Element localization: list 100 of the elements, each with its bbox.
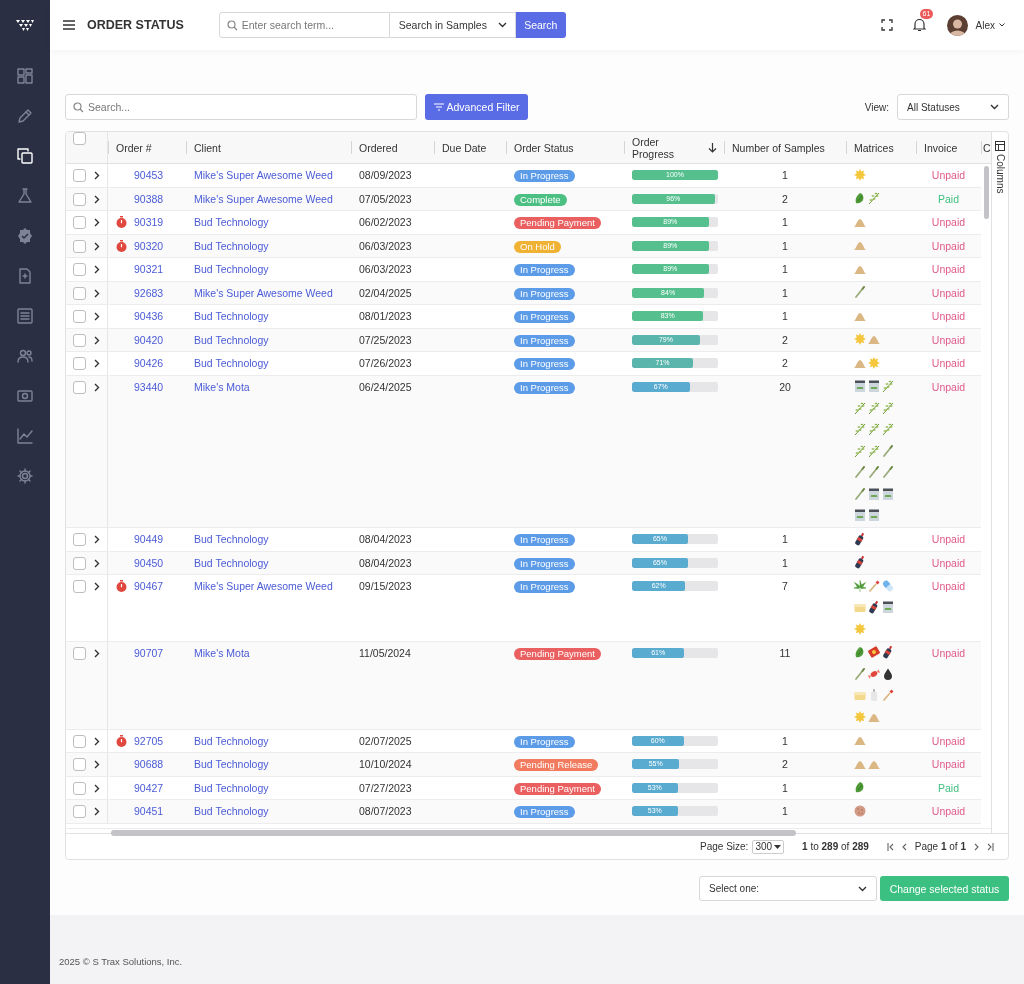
chevron-right-icon[interactable] (94, 218, 100, 227)
checkbox[interactable] (73, 556, 86, 570)
chevron-right-icon[interactable] (94, 312, 100, 321)
order-link[interactable]: 90320 (134, 234, 164, 257)
chevron-right-icon[interactable] (94, 783, 100, 793)
client-link[interactable]: Mike's Super Awesome Weed (194, 192, 333, 205)
column-header[interactable]: Order Progress (632, 135, 692, 160)
menu-icon[interactable] (63, 20, 75, 30)
view-select[interactable]: All Statuses (897, 94, 1009, 120)
client-link[interactable]: Bud Technology (194, 781, 269, 794)
chevron-right-icon[interactable] (94, 382, 100, 392)
client-link[interactable]: Bud Technology (194, 310, 269, 322)
checkbox[interactable] (73, 263, 86, 276)
checkbox[interactable] (73, 169, 86, 182)
scrollbar-thumb[interactable] (984, 166, 989, 219)
search-field[interactable]: Enter search term... (218, 12, 390, 38)
order-link[interactable]: 90319 (134, 211, 164, 234)
checkbox[interactable] (73, 310, 86, 323)
checkbox[interactable] (73, 286, 86, 300)
column-header[interactable]: C (983, 141, 991, 154)
checkbox[interactable] (73, 734, 86, 748)
checkbox[interactable] (73, 646, 86, 660)
order-link[interactable]: 90451 (134, 800, 164, 823)
client-link[interactable]: Bud Technology (194, 216, 269, 228)
column-header[interactable]: Client (194, 141, 351, 154)
column-header[interactable]: Order # (116, 141, 186, 154)
order-link[interactable]: 90420 (134, 328, 164, 351)
chevron-right-icon[interactable] (94, 760, 100, 769)
client-link[interactable]: Bud Technology (194, 357, 269, 369)
checkbox[interactable] (73, 132, 86, 145)
client-link[interactable]: Bud Technology (194, 533, 269, 545)
client-link[interactable]: Bud Technology (194, 333, 269, 346)
checkbox[interactable] (73, 580, 86, 593)
scope-select[interactable]: Search in Samples (389, 12, 516, 38)
client-link[interactable]: Mike's Mota (194, 646, 250, 659)
first-page-button[interactable] (886, 842, 894, 851)
column-header[interactable]: Order Status (514, 141, 624, 154)
scrollbar-thumb[interactable] (111, 830, 796, 836)
client-link[interactable]: Bud Technology (194, 734, 269, 747)
client-link[interactable]: Bud Technology (194, 239, 269, 252)
column-header[interactable]: Ordered (359, 141, 434, 154)
previous-page-button[interactable] (900, 842, 908, 851)
client-link[interactable]: Mike's Mota (194, 380, 250, 393)
order-link[interactable]: 92705 (134, 729, 164, 752)
checkbox[interactable] (73, 239, 86, 253)
page-size-select[interactable]: 300 (752, 839, 785, 854)
chevron-right-icon[interactable] (94, 288, 100, 298)
checkbox[interactable] (73, 192, 86, 206)
search-field[interactable]: Search... (65, 94, 417, 120)
fullscreen-icon[interactable] (880, 19, 893, 31)
search-button[interactable]: Search (515, 12, 566, 38)
order-link[interactable]: 90707 (134, 641, 164, 664)
order-link[interactable]: 93440 (134, 375, 164, 398)
checkbox[interactable] (73, 333, 86, 347)
next-page-button[interactable] (973, 842, 980, 851)
order-link[interactable]: 90388 (134, 187, 164, 210)
columns-tab[interactable]: Columns (994, 141, 1006, 194)
advanced-filter-button[interactable]: Advanced Filter (425, 94, 528, 120)
checkbox[interactable] (73, 805, 86, 818)
order-link[interactable]: 90450 (134, 551, 164, 574)
order-link[interactable]: 90688 (134, 753, 164, 776)
order-link[interactable]: 92683 (134, 281, 164, 304)
chevron-right-icon[interactable] (94, 736, 100, 746)
client-link[interactable]: Mike's Super Awesome Weed (194, 169, 333, 181)
chevron-right-icon[interactable] (94, 359, 100, 368)
checkbox[interactable] (73, 758, 86, 771)
order-link[interactable]: 90467 (134, 575, 164, 598)
checkbox[interactable] (73, 380, 86, 394)
chevron-right-icon[interactable] (94, 648, 100, 658)
order-link[interactable]: 90426 (134, 352, 164, 375)
chevron-right-icon[interactable] (94, 558, 100, 568)
chevron-right-icon[interactable] (94, 265, 100, 274)
bell-icon[interactable] (912, 18, 926, 32)
chevron-right-icon[interactable] (94, 241, 100, 251)
checkbox[interactable] (73, 533, 86, 546)
checkbox[interactable] (73, 357, 86, 370)
chevron-right-icon[interactable] (94, 171, 100, 180)
column-header[interactable]: Number of Samples (732, 141, 846, 154)
order-link[interactable]: 90449 (134, 528, 164, 551)
client-link[interactable]: Mike's Super Awesome Weed (194, 580, 333, 592)
client-link[interactable]: Bud Technology (194, 758, 269, 770)
client-link[interactable]: Mike's Super Awesome Weed (194, 286, 333, 299)
column-header[interactable]: Due Date (442, 141, 506, 154)
last-page-button[interactable] (987, 842, 994, 851)
checkbox[interactable] (73, 781, 86, 795)
column-header[interactable]: Invoice (924, 141, 981, 154)
order-link[interactable]: 90453 (134, 164, 164, 187)
client-link[interactable]: Bud Technology (194, 263, 269, 275)
status-select[interactable]: Select one: (699, 876, 877, 901)
client-link[interactable]: Bud Technology (194, 805, 269, 817)
chevron-right-icon[interactable] (94, 807, 100, 816)
order-link[interactable]: 90436 (134, 305, 164, 328)
order-link[interactable]: 90321 (134, 258, 164, 281)
client-link[interactable]: Bud Technology (194, 556, 269, 569)
chevron-right-icon[interactable] (94, 335, 100, 345)
chevron-right-icon[interactable] (94, 535, 100, 544)
order-link[interactable]: 90427 (134, 776, 164, 799)
user-menu[interactable]: Alex (975, 19, 1005, 31)
column-header[interactable]: Matrices (854, 141, 916, 154)
checkbox[interactable] (73, 216, 86, 229)
